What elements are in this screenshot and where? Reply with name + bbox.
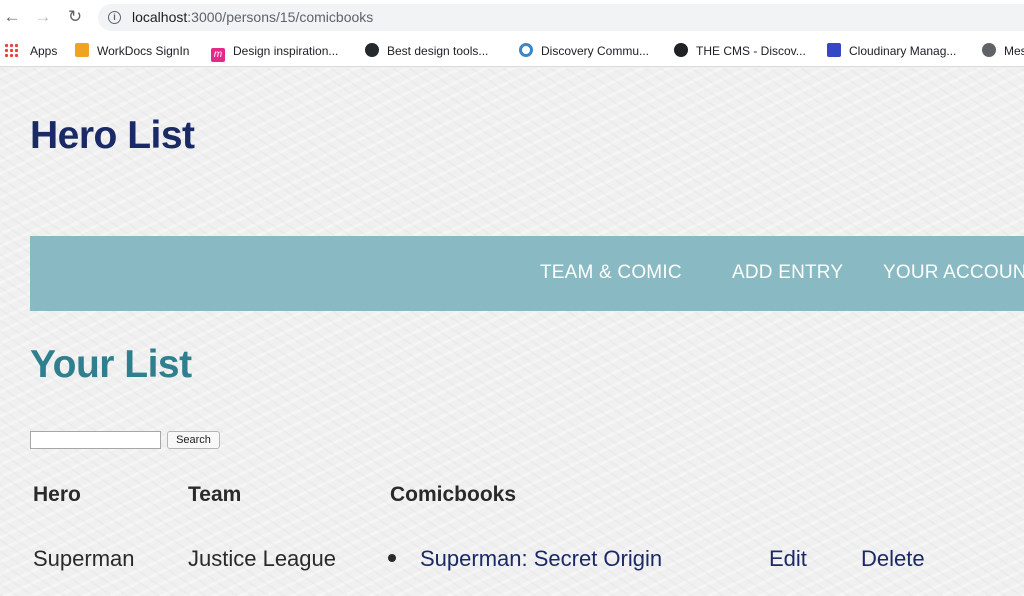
column-header-hero: Hero [33,483,81,506]
nav-team-and-comic[interactable]: TEAM & COMIC [540,262,682,284]
info-icon[interactable]: i [108,11,121,24]
bookmark-mes[interactable]: Mes [982,41,1024,61]
page-heading: Your List [30,343,192,386]
comicbook-link[interactable]: Superman: Secret Origin [420,546,662,572]
back-arrow-icon[interactable]: ← [1,6,23,28]
browser-toolbar: ← → ↻ i localhost:3000/persons/15/comicb… [0,0,1024,35]
team-name: Justice League [188,546,336,571]
list-bullet [388,554,396,562]
design-icon: m [211,48,225,62]
hero-name: Superman [33,546,135,571]
search-button[interactable]: Search [167,431,220,449]
cms-icon [674,43,688,57]
discovery-icon [519,43,533,57]
bookmark-discovery-community[interactable]: Discovery Commu... [519,41,649,61]
column-header-team: Team [188,483,242,506]
apps-grid-icon [4,43,18,57]
github-icon [365,43,379,57]
bookmark-workdocs[interactable]: WorkDocs SignIn [75,41,189,61]
site-title: Hero List [30,114,195,157]
globe-icon [982,43,996,57]
address-bar[interactable]: i localhost:3000/persons/15/comicbooks [98,4,1024,31]
bookmark-best-design-tools[interactable]: Best design tools... [365,41,488,61]
workdocs-icon [75,43,89,57]
bookmark-cloudinary[interactable]: Cloudinary Manag... [827,41,956,61]
bookmark-the-cms[interactable]: THE CMS - Discov... [674,41,806,61]
reload-icon[interactable]: ↻ [64,6,86,28]
cloudinary-icon [827,43,841,57]
nav-your-account[interactable]: YOUR ACCOUN [883,262,1024,284]
main-navbar: TEAM & COMIC ADD ENTRY YOUR ACCOUN [30,236,1024,311]
nav-add-entry[interactable]: ADD ENTRY [732,262,843,284]
search-input[interactable] [30,431,161,449]
edit-link[interactable]: Edit [769,546,807,572]
page-content: Hero List TEAM & COMIC ADD ENTRY YOUR AC… [0,68,1024,596]
forward-arrow-icon[interactable]: → [32,6,54,28]
url-text[interactable]: localhost:3000/persons/15/comicbooks [132,4,373,31]
bookmark-apps[interactable]: Apps [4,41,57,61]
column-header-comicbooks: Comicbooks [390,483,517,506]
bookmark-design-inspiration[interactable]: m Design inspiration... [211,41,338,62]
delete-link[interactable]: Delete [861,546,925,572]
bookmarks-bar: Apps WorkDocs SignIn m Design inspiration… [0,35,1024,67]
